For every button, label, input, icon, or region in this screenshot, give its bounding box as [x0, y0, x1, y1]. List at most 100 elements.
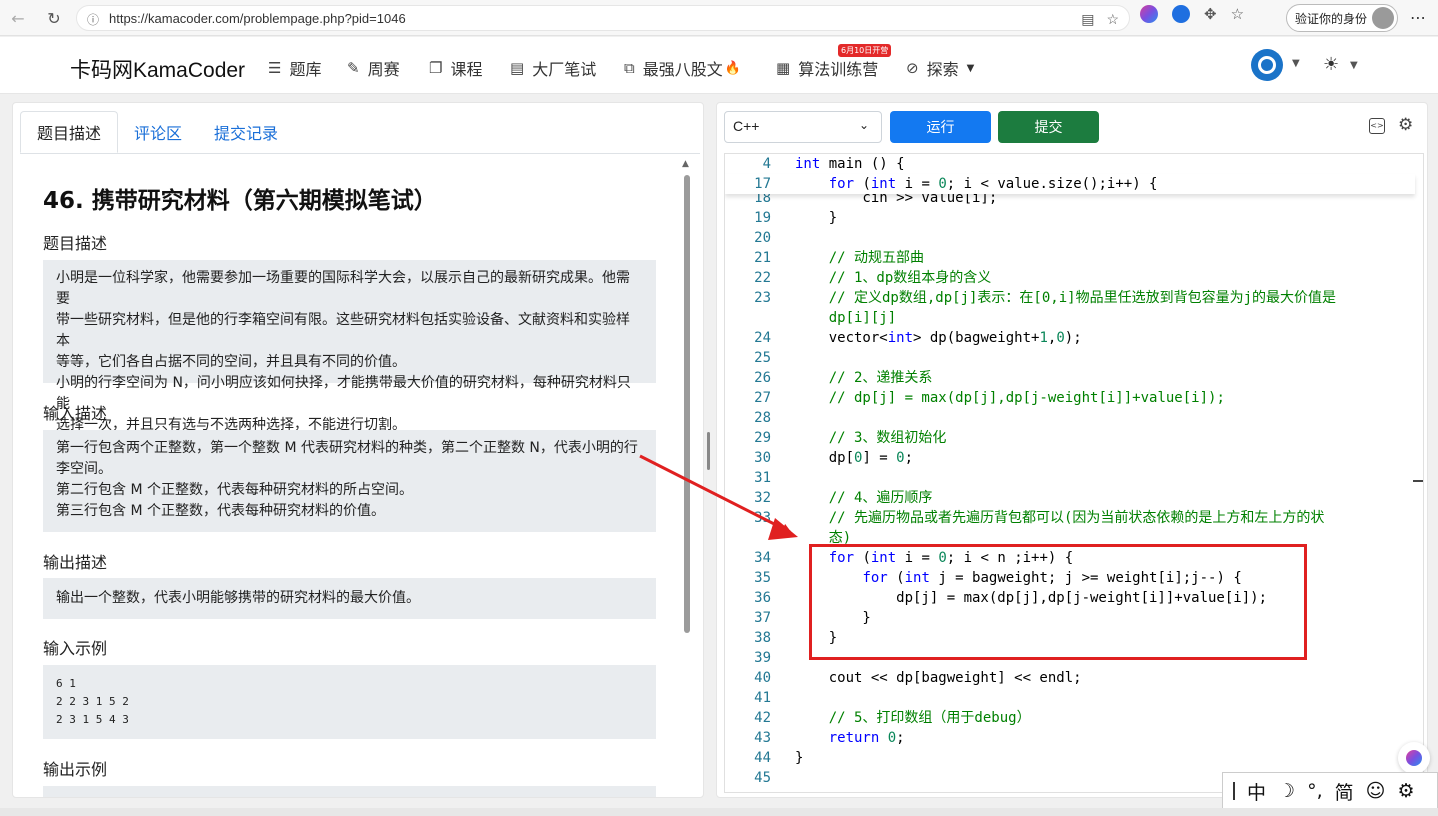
profile-button[interactable]: 验证你的身份 — [1286, 4, 1398, 32]
nav-label: 大厂笔试 — [532, 60, 597, 79]
copilot-floating-icon[interactable] — [1398, 742, 1430, 774]
book-icon: ❐ — [429, 59, 443, 77]
more-menu-icon[interactable]: ⋯ — [1410, 8, 1426, 27]
line-number: 33 — [754, 510, 771, 526]
submit-button[interactable]: 提交 — [998, 111, 1099, 143]
code-text: dp[i][j] — [828, 310, 897, 326]
code-text: // 3、数组初始化 — [828, 430, 947, 446]
tab-divider — [20, 153, 700, 154]
nav-courses[interactable]: ❐ 课程 — [429, 56, 482, 80]
ime-punctuation-icon[interactable]: °, — [1307, 780, 1323, 802]
editor-panel: C++ ⌄ 运行 提交 <> ⚙ 18 cin >> value[i]; 19 }… — [716, 102, 1428, 798]
description-box: 小明是一位科学家，他需要参加一场重要的国际科学大会，以展示自己的最新研究成果。他… — [43, 260, 656, 433]
chevron-down-icon[interactable]: ▼ — [1350, 60, 1358, 71]
line-number: 25 — [754, 350, 771, 366]
line-number: 22 — [754, 270, 771, 286]
tab-description[interactable]: 题目描述 — [20, 111, 119, 153]
user-power-icon[interactable] — [1251, 49, 1283, 81]
ime-moon-icon[interactable]: ☽ — [1278, 780, 1295, 802]
code-line: 26 // 2、递推关系 — [725, 368, 1415, 388]
scrollbar-thumb[interactable] — [684, 175, 690, 633]
language-select[interactable]: C++ ⌄ — [724, 111, 882, 143]
line-number: 30 — [754, 450, 771, 466]
favorites-icon[interactable]: ☆ — [1231, 5, 1244, 23]
line-number: 28 — [754, 410, 771, 426]
nav-problems[interactable]: ☰ 题库 — [268, 56, 321, 80]
extensions-puzzle-icon[interactable]: ✥ — [1204, 5, 1217, 23]
sticky-scroll-line[interactable]: 17 for (int i = 0; i < value.size();i++)… — [725, 174, 1415, 194]
line-number: 38 — [754, 630, 771, 646]
ime-gear-icon[interactable]: ⚙ — [1397, 780, 1414, 802]
panel-resize-handle[interactable] — [707, 432, 710, 470]
line-number: 29 — [754, 430, 771, 446]
code-text: // 2、递推关系 — [828, 370, 933, 386]
code-doc-icon: ⧉ — [624, 59, 635, 77]
nav-explore[interactable]: ⊘ 探索 ▼ — [906, 56, 974, 80]
ime-toolbar: 中 ☽ °, 简 ☺ ⚙ — [1222, 772, 1438, 810]
tab-comments[interactable]: 评论区 — [118, 111, 198, 153]
code-line: 19 } — [725, 208, 1415, 228]
line-number: 39 — [754, 650, 771, 666]
reload-icon[interactable]: ↻ — [40, 4, 68, 32]
input-line: 第一行包含两个正整数，第一个整数 M 代表研究材料的种类，第二个正整数 N，代表… — [56, 440, 638, 456]
chevron-down-icon[interactable]: ▼ — [1292, 58, 1300, 69]
site-logo[interactable]: 卡码网KamaCoder — [70, 54, 245, 84]
ime-emoji-icon[interactable]: ☺ — [1366, 780, 1386, 802]
nav-interview-notes[interactable]: ⧉ 最强八股文 🔥 — [624, 56, 741, 80]
code-text: cout << dp[bagweight] << endl; — [795, 670, 1082, 686]
nav-label: 题库 — [289, 60, 322, 79]
description-line: 小明是一位科学家，他需要参加一场重要的国际科学大会，以展示自己的最新研究成果。他… — [56, 270, 630, 307]
code-template-icon[interactable]: <> — [1369, 118, 1385, 134]
reader-mode-icon[interactable]: ▤ — [1081, 11, 1094, 28]
theme-sun-icon[interactable]: ☀ — [1323, 54, 1339, 75]
extension-blue-icon[interactable] — [1172, 5, 1190, 23]
line-number: 35 — [754, 570, 771, 586]
ime-chinese-mode[interactable]: 中 — [1247, 778, 1266, 805]
nav-weekly-contest[interactable]: ✎ 周赛 — [347, 56, 400, 80]
code-text: vector<int> dp(bagweight+1,0); — [795, 330, 1082, 346]
sticky-scroll-line[interactable]: 4 int main () { — [725, 154, 1415, 174]
line-number: 32 — [754, 490, 771, 506]
verify-label: 验证你的身份 — [1295, 11, 1368, 26]
url-text: https://kamacoder.com/problempage.php?pi… — [109, 10, 406, 26]
code-line: 23 // 定义dp数组,dp[j]表示：在[0,i]物品里任选放到背包容量为j… — [725, 288, 1415, 308]
code-editor[interactable]: 18 cin >> value[i]; 19 } 20 21 // 动规五部曲 22 /… — [724, 153, 1424, 793]
line-number: 43 — [754, 730, 771, 746]
input-example-heading: 输入示例 — [43, 639, 108, 658]
description-heading: 题目描述 — [43, 234, 108, 253]
address-bar[interactable]: ⓘ https://kamacoder.com/problempage.php?… — [76, 5, 1130, 31]
code-line: 25 — [725, 348, 1415, 368]
ime-grip[interactable] — [1233, 782, 1235, 800]
problem-title: 46. 携带研究材料（第六期模拟笔试） — [43, 188, 437, 214]
tab-submissions[interactable]: 提交记录 — [198, 111, 294, 153]
line-number: 42 — [754, 710, 771, 726]
site-header: 卡码网KamaCoder ☰ 题库 ✎ 周赛 ❐ 课程 ▤ 大厂笔试 ⧉ 最强八… — [0, 37, 1438, 94]
output-example-box — [43, 786, 656, 797]
chevron-down-icon: ⌄ — [858, 118, 869, 132]
nav-company-tests[interactable]: ▤ 大厂笔试 — [510, 56, 596, 80]
scroll-up-arrow[interactable]: ▲ — [682, 159, 689, 169]
input-line: 第二行包含 M 个正整数，代表每种研究材料的所占空间。 — [56, 482, 413, 498]
copilot-icon[interactable] — [1140, 5, 1158, 23]
document-icon: ▤ — [510, 59, 525, 77]
nav-label: 算法训练营 — [798, 60, 879, 79]
code-text: return 0; — [828, 730, 905, 746]
back-icon[interactable]: ← — [4, 4, 32, 32]
line-number: 34 — [754, 550, 771, 566]
gear-icon[interactable]: ⚙ — [1398, 115, 1413, 135]
nav-label: 周赛 — [367, 60, 400, 79]
line-number: 36 — [754, 590, 771, 606]
input-line: 李空间。 — [56, 461, 112, 477]
site-info-icon[interactable]: ⓘ — [87, 11, 101, 27]
code-text: int main () { — [795, 156, 905, 172]
code-line: 41 — [725, 688, 1415, 708]
ime-simplified-mode[interactable]: 简 — [1335, 778, 1354, 805]
description-line: 等等，它们各自占据不同的空间，并且具有不同的价值。 — [56, 354, 406, 370]
run-button[interactable]: 运行 — [890, 111, 991, 143]
nav-algorithm-camp[interactable]: ▦ 算法训练营 — [776, 56, 878, 80]
code-line: 20 — [725, 228, 1415, 248]
line-number: 27 — [754, 390, 771, 406]
line-number: 23 — [754, 290, 771, 306]
code-text: // 先遍历物品或者先遍历背包都可以(因为当前状态依赖的是上方和左上方的状 — [828, 510, 1325, 526]
favorite-star-icon[interactable]: ☆ — [1106, 11, 1119, 28]
